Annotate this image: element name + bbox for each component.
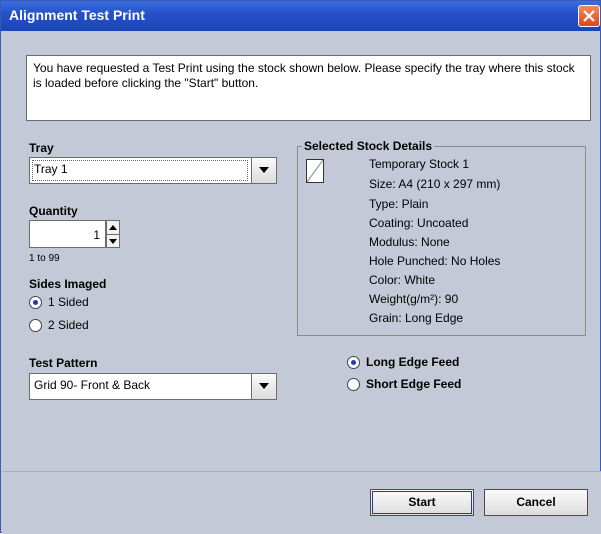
tray-dropdown-button[interactable] — [251, 158, 276, 183]
increment-button[interactable] — [107, 221, 119, 235]
stock-size: Size: A4 (210 x 297 mm) — [369, 177, 501, 191]
quantity-input[interactable]: 1 — [29, 220, 106, 248]
test-pattern-value: Grid 90- Front & Back — [34, 378, 151, 392]
stock-details-title: Selected Stock Details — [302, 139, 435, 153]
test-pattern-dropdown-button[interactable] — [251, 374, 276, 399]
stock-name: Temporary Stock 1 — [369, 157, 470, 171]
start-button[interactable]: Start — [370, 489, 474, 516]
radio-unselected-icon — [29, 318, 42, 332]
radio-selected-icon — [347, 355, 360, 369]
stock-coating: Coating: Uncoated — [369, 216, 469, 230]
chevron-down-icon — [109, 239, 117, 244]
stock-weight: Weight(g/m²): 90 — [369, 292, 459, 306]
radio-1-sided-label: 1 Sided — [48, 295, 89, 309]
sides-imaged-label: Sides Imaged — [29, 277, 107, 291]
radio-short-edge-feed[interactable]: Short Edge Feed — [347, 377, 461, 391]
radio-selected-icon — [29, 295, 42, 309]
close-button[interactable] — [578, 5, 600, 27]
alignment-test-print-dialog: Alignment Test Print You have requested … — [0, 0, 601, 534]
chevron-down-icon — [259, 383, 269, 389]
instruction-message: You have requested a Test Print using th… — [26, 55, 591, 121]
radio-unselected-icon — [347, 377, 360, 391]
test-pattern-label: Test Pattern — [29, 356, 98, 370]
radio-1-sided[interactable]: 1 Sided — [29, 295, 89, 309]
stock-color: Color: White — [369, 273, 436, 287]
stock-grain: Grain: Long Edge — [369, 311, 464, 325]
title-bar[interactable]: Alignment Test Print — [1, 1, 600, 31]
tray-select[interactable]: Tray 1 — [29, 157, 277, 184]
tray-select-value: Tray 1 — [34, 162, 68, 176]
quantity-label: Quantity — [29, 204, 78, 218]
stock-type: Type: Plain — [369, 197, 429, 211]
window-title: Alignment Test Print — [9, 7, 145, 23]
quantity-stepper[interactable] — [106, 220, 120, 248]
test-pattern-select[interactable]: Grid 90- Front & Back — [29, 373, 277, 400]
chevron-up-icon — [109, 225, 117, 230]
radio-2-sided[interactable]: 2 Sided — [29, 318, 89, 332]
cancel-button[interactable]: Cancel — [484, 489, 588, 516]
stock-modulus: Modulus: None — [369, 235, 450, 249]
quantity-range-hint: 1 to 99 — [29, 253, 60, 264]
tray-label: Tray — [29, 141, 54, 155]
document-icon — [306, 159, 324, 183]
chevron-down-icon — [259, 167, 269, 173]
short-edge-feed-label: Short Edge Feed — [366, 377, 462, 391]
quantity-value: 1 — [93, 228, 100, 242]
close-icon — [583, 10, 595, 22]
long-edge-feed-label: Long Edge Feed — [366, 355, 460, 369]
radio-2-sided-label: 2 Sided — [48, 318, 89, 332]
radio-long-edge-feed[interactable]: Long Edge Feed — [347, 355, 459, 369]
stock-hole-punched: Hole Punched: No Holes — [369, 254, 501, 268]
decrement-button[interactable] — [107, 235, 119, 248]
